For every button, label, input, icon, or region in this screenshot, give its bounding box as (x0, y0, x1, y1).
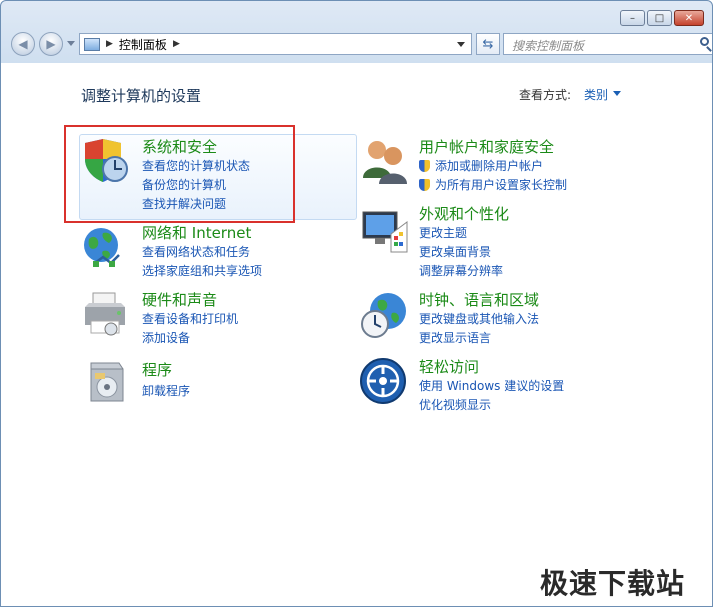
ease-of-access-icon (360, 358, 406, 404)
link-uninstall-program[interactable]: 卸载程序 (142, 382, 190, 399)
control-panel-window: – □ ✕ ◀ ▶ ▶ 控制面板 ▶ ⇆ 搜索控制面板 调整计算机的设置 查看方… (0, 0, 713, 607)
link-add-remove-accounts[interactable]: 添加或删除用户帐户 (419, 157, 543, 174)
link-view-network-status[interactable]: 查看网络状态和任务 (142, 243, 250, 260)
monitor-palette-icon (362, 211, 408, 253)
site-watermark: 极速下载站 (540, 567, 686, 600)
page-title: 调整计算机的设置 (81, 87, 202, 105)
forward-button[interactable]: ▶ (39, 32, 63, 56)
chevron-down-icon[interactable] (613, 91, 621, 96)
uac-shield-icon (419, 179, 430, 191)
category-title-ease-of-access[interactable]: 轻松访问 (419, 356, 479, 377)
category-title-hardware-sound[interactable]: 硬件和声音 (142, 289, 217, 310)
link-parental-controls-label: 为所有用户设置家长控制 (435, 178, 568, 192)
printer-icon (85, 292, 125, 336)
view-by-select[interactable]: 类别 (584, 86, 608, 103)
category-title-programs[interactable]: 程序 (142, 359, 172, 380)
search-icon[interactable] (700, 37, 709, 46)
forward-arrow-icon: ▶ (46, 37, 56, 51)
back-arrow-icon: ◀ (18, 37, 28, 51)
category-title-network-internet[interactable]: 网络和 Internet (142, 222, 251, 243)
category-title-user-accounts[interactable]: 用户帐户和家庭安全 (419, 136, 554, 157)
link-windows-suggested-settings[interactable]: 使用 Windows 建议的设置 (419, 377, 564, 394)
category-title-appearance[interactable]: 外观和个性化 (419, 203, 509, 224)
link-add-device[interactable]: 添加设备 (142, 329, 190, 346)
navigation-bar: ◀ ▶ ▶ 控制面板 ▶ ⇆ 搜索控制面板 (11, 32, 712, 58)
globe-network-icon (84, 228, 120, 267)
link-parental-controls[interactable]: 为所有用户设置家长控制 (419, 176, 567, 193)
uac-shield-icon (419, 160, 430, 172)
refresh-icon: ⇆ (482, 36, 494, 52)
control-panel-icon (84, 37, 100, 51)
recent-pages-dropdown[interactable] (67, 41, 75, 46)
link-change-keyboard[interactable]: 更改键盘或其他输入法 (419, 310, 539, 327)
link-add-remove-accounts-label: 添加或删除用户帐户 (435, 159, 544, 173)
back-button[interactable]: ◀ (11, 32, 35, 56)
link-change-background[interactable]: 更改桌面背景 (419, 243, 491, 260)
link-change-display-language[interactable]: 更改显示语言 (419, 329, 491, 346)
minimize-button[interactable]: – (620, 10, 645, 26)
view-by-label: 查看方式: (519, 88, 572, 102)
maximize-button[interactable]: □ (647, 10, 672, 26)
programs-box-icon (90, 362, 124, 402)
search-input[interactable]: 搜索控制面板 (503, 33, 712, 55)
close-button[interactable]: ✕ (674, 10, 704, 26)
link-devices-printers[interactable]: 查看设备和打印机 (142, 310, 238, 327)
link-optimize-display[interactable]: 优化视频显示 (419, 396, 491, 413)
chevron-right-icon[interactable]: ▶ (106, 39, 113, 49)
users-icon (363, 141, 407, 184)
link-change-theme[interactable]: 更改主题 (419, 224, 467, 241)
search-placeholder: 搜索控制面板 (512, 39, 585, 53)
refresh-button[interactable]: ⇆ (476, 33, 500, 55)
link-screen-resolution[interactable]: 调整屏幕分辨率 (419, 262, 503, 279)
category-title-clock-language-region[interactable]: 时钟、语言和区域 (419, 289, 539, 310)
annotation-highlight-box (64, 125, 295, 223)
globe-clock-icon (361, 293, 406, 338)
address-dropdown-icon[interactable] (457, 42, 465, 47)
breadcrumb-control-panel[interactable]: 控制面板 (119, 36, 167, 53)
chevron-right-icon[interactable]: ▶ (173, 39, 180, 49)
address-bar[interactable]: ▶ 控制面板 ▶ (79, 33, 472, 55)
caption-buttons: – □ ✕ (618, 10, 704, 26)
link-homegroup-sharing[interactable]: 选择家庭组和共享选项 (142, 262, 262, 279)
